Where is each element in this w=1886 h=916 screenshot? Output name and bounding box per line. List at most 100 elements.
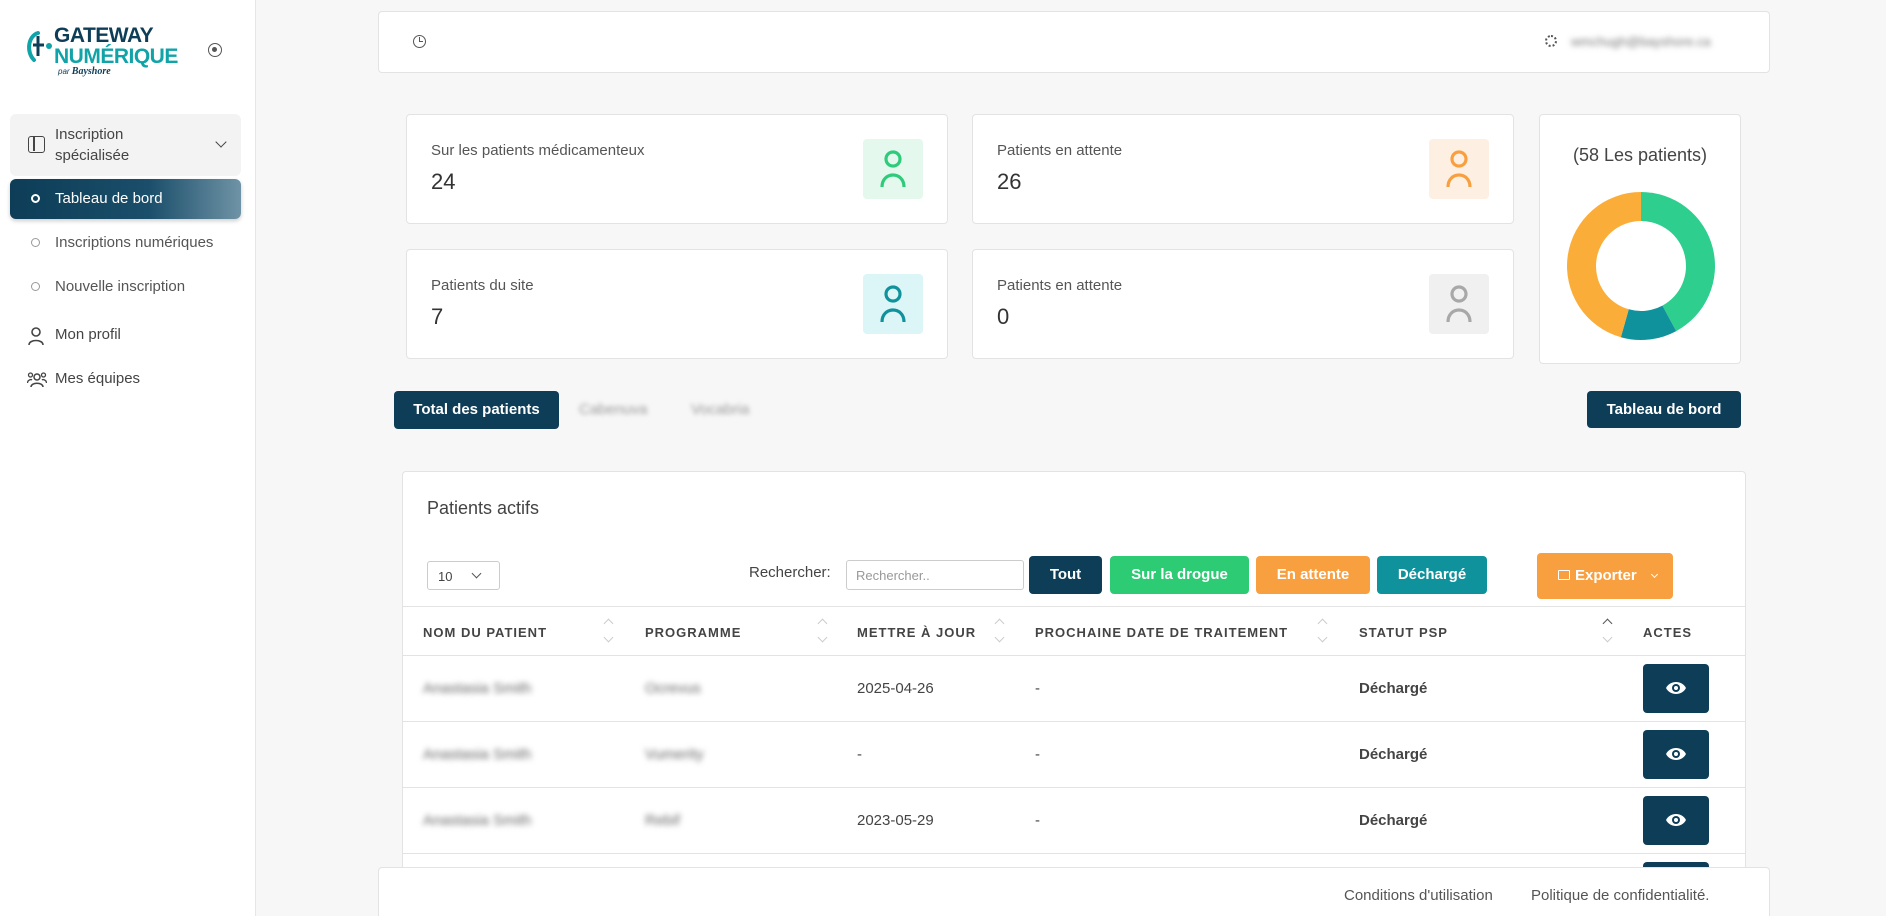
- cell-updated: 2025-04-26: [857, 680, 934, 697]
- sidebar-item-label: Mes équipes: [55, 370, 141, 387]
- patient-icon: [880, 150, 906, 188]
- cell-next-date: -: [1035, 680, 1040, 697]
- cell-patient-name[interactable]: Anastasia Smith: [423, 746, 531, 763]
- eye-icon: [1666, 814, 1686, 826]
- stat-icon-box: [863, 274, 923, 334]
- eye-icon: [1666, 748, 1686, 760]
- stat-title: Sur les patients médicamenteux: [431, 142, 645, 159]
- sidebar-toggle-icon[interactable]: [208, 43, 222, 57]
- user-email[interactable]: wmchugh@bayshore.ca: [1571, 34, 1711, 49]
- sidebar-item-inscriptions-numeriques[interactable]: Inscriptions numériques: [10, 228, 241, 258]
- patient-icon: [1446, 150, 1472, 188]
- tab-cabenuva[interactable]: Cabenuva: [579, 401, 647, 418]
- stat-value: 26: [997, 169, 1022, 194]
- cell-psp-status: Déchargé: [1359, 680, 1428, 697]
- export-button[interactable]: Exporter: [1537, 553, 1673, 599]
- filter-on-drug-button[interactable]: Sur la drogue: [1110, 556, 1249, 594]
- clock-icon[interactable]: [413, 35, 426, 48]
- cell-program: Vumerity: [645, 746, 704, 763]
- logo-line3-prefix: par: [58, 67, 70, 76]
- patient-icon: [1446, 285, 1472, 323]
- page-size-select[interactable]: 10: [427, 561, 500, 590]
- cell-patient-name[interactable]: Anastasia Smith: [423, 812, 531, 829]
- cell-patient-name[interactable]: Anastasia Smith: [423, 680, 531, 697]
- donut-title: (58 Les patients): [1572, 145, 1708, 165]
- cell-updated: 2023-05-29: [857, 812, 934, 829]
- filter-pending-button[interactable]: En attente: [1256, 556, 1370, 594]
- column-header-next-date[interactable]: PROCHAINE DATE DE TRAITEMENT: [1035, 625, 1288, 640]
- column-header-patient-name[interactable]: NOM DU PATIENT: [423, 625, 547, 640]
- cell-program: Rebif: [645, 812, 681, 829]
- bullet-icon: [31, 238, 40, 247]
- logo-line3-brand: Bayshore: [71, 66, 111, 77]
- sidebar-item-label: Inscriptions numériques: [55, 234, 214, 251]
- export-label: Exporter: [1575, 567, 1637, 584]
- cell-updated: -: [857, 746, 862, 763]
- stat-icon-box: [1429, 139, 1489, 199]
- gateway-logo[interactable]: GATEWAY NUMÉRIQUE par Bayshore: [24, 24, 186, 82]
- stat-title: Patients en attente: [997, 142, 1123, 159]
- sidebar-item-mes-equipes[interactable]: Mes équipes: [10, 364, 241, 394]
- page-size-value: 10: [438, 569, 453, 584]
- gear-icon[interactable]: [1545, 35, 1557, 47]
- sort-icon[interactable]: [603, 617, 613, 647]
- patients-donut-chart: [1567, 192, 1715, 340]
- filter-all-button[interactable]: Tout: [1029, 556, 1102, 594]
- column-header-updated[interactable]: METTRE À JOUR: [857, 625, 976, 640]
- sidebar-item-label: Mon profil: [55, 326, 121, 343]
- sort-icon[interactable]: [1602, 617, 1612, 647]
- search-input[interactable]: [846, 560, 1024, 590]
- user-icon: [28, 327, 44, 346]
- bullet-icon: [31, 194, 40, 203]
- table-row: Anastasia Smith Vumerity - - Déchargé: [403, 722, 1745, 788]
- patients-donut-card: (58 Les patients): [1539, 114, 1741, 364]
- sidebar-group-inscription[interactable]: Inscription spécialisée: [10, 114, 241, 176]
- dashboard-button[interactable]: Tableau de bord: [1587, 391, 1741, 428]
- chevron-down-icon: [215, 136, 227, 148]
- column-header-psp-status[interactable]: STATUT PSP: [1359, 625, 1448, 640]
- sort-icon[interactable]: [1317, 617, 1327, 647]
- sidebar-item-nouvelle-inscription[interactable]: Nouvelle inscription: [10, 272, 241, 302]
- bullet-icon: [31, 282, 40, 291]
- view-button[interactable]: [1643, 730, 1709, 779]
- terms-link[interactable]: Conditions d'utilisation: [1344, 887, 1493, 904]
- column-header-program[interactable]: PROGRAMME: [645, 625, 741, 640]
- sidebar-item-tableau-de-bord[interactable]: Tableau de bord: [10, 179, 241, 219]
- active-patients-panel: Patients actifs 10 Rechercher: Tout Sur …: [402, 471, 1746, 916]
- tab-vocabria[interactable]: Vocabria: [691, 401, 749, 418]
- cell-program: Ocrevus: [645, 680, 701, 697]
- sort-icon[interactable]: [817, 617, 827, 647]
- stat-value: 0: [997, 304, 1010, 329]
- cell-psp-status: Déchargé: [1359, 812, 1428, 829]
- stat-value: 7: [431, 304, 444, 329]
- footer: Conditions d'utilisation Politique de co…: [378, 867, 1770, 916]
- sidebar-item-label: Nouvelle inscription: [55, 278, 186, 295]
- stat-card-medicated: Sur les patients médicamenteux 24: [406, 114, 948, 224]
- stat-card-site: Patients du site 7: [406, 249, 948, 359]
- eye-icon: [1666, 682, 1686, 694]
- cell-next-date: -: [1035, 812, 1040, 829]
- stat-card-pending-2: Patients en attente 0: [972, 249, 1514, 359]
- tab-total-patients[interactable]: Total des patients: [394, 391, 559, 429]
- panel-title: Patients actifs: [427, 498, 540, 518]
- patient-icon: [880, 285, 906, 323]
- logo-line3: par Bayshore: [58, 66, 111, 77]
- chevron-down-icon: [471, 568, 482, 579]
- privacy-link[interactable]: Politique de confidentialité.: [1531, 887, 1709, 904]
- stat-value: 24: [431, 169, 456, 194]
- cell-psp-status: Déchargé: [1359, 746, 1428, 763]
- table-row: Anastasia Smith Ocrevus 2025-04-26 - Déc…: [403, 656, 1745, 722]
- view-button[interactable]: [1643, 664, 1709, 713]
- top-bar: wmchugh@bayshore.ca: [378, 11, 1770, 73]
- stat-icon-box: [863, 139, 923, 199]
- table-header: NOM DU PATIENT PROGRAMME METTRE À JOUR P…: [403, 606, 1745, 656]
- sort-icon[interactable]: [994, 617, 1004, 647]
- column-header-actions: ACTES: [1643, 625, 1693, 640]
- stat-card-pending: Patients en attente 26: [972, 114, 1514, 224]
- sidebar-item-mon-profil[interactable]: Mon profil: [10, 320, 241, 350]
- filter-discharged-button[interactable]: Déchargé: [1377, 556, 1487, 594]
- stat-title: Patients en attente: [997, 277, 1123, 294]
- logo-mark-icon: [27, 31, 52, 62]
- stat-icon-box: [1429, 274, 1489, 334]
- view-button[interactable]: [1643, 796, 1709, 845]
